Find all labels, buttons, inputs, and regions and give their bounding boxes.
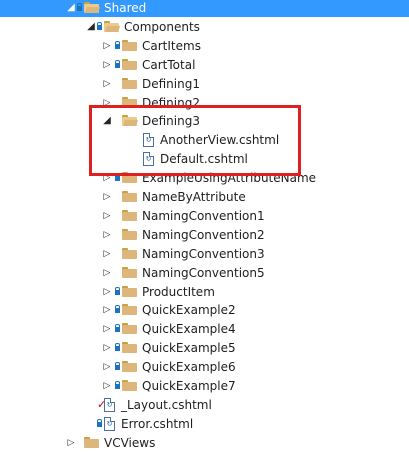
collapsed-arrow-icon[interactable]: ▷	[102, 283, 112, 301]
lock-icon	[115, 343, 120, 352]
folder-icon	[84, 436, 99, 448]
folder-icon	[122, 380, 137, 391]
tree-item-defining1[interactable]: ▷ Defining1	[0, 75, 409, 93]
folder-icon	[122, 285, 137, 297]
lock-icon	[115, 286, 120, 295]
tree-item-label: Error.cshtml	[121, 416, 194, 431]
tree-item-label: QuickExample4	[142, 322, 236, 337]
tree-item-label: CartTotal	[142, 57, 196, 72]
lock-icon	[115, 324, 120, 333]
tree-item-namingconvention2[interactable]: ▷ NamingConvention2	[0, 226, 409, 244]
tree-item-carttotal[interactable]: ▷ CartTotal	[0, 56, 409, 74]
tree-item-label: Defining1	[142, 76, 200, 91]
collapsed-arrow-icon[interactable]: ▷	[102, 245, 112, 263]
folder-icon	[122, 39, 137, 51]
tree-item-label: QuickExample7	[142, 379, 236, 393]
folder-icon	[122, 77, 137, 89]
tree-item-label: QuickExample2	[142, 303, 236, 318]
tree-item-vcviews[interactable]: ▷ VCViews	[0, 434, 409, 452]
cshtml-file-icon: ↻	[104, 397, 115, 412]
tree-item-label: VCViews	[104, 435, 156, 450]
tree-item-quickexample7[interactable]: ▷ QuickExample7	[0, 377, 409, 395]
tree-item-label: QuickExample6	[142, 360, 236, 375]
collapsed-arrow-icon[interactable]: ▷	[102, 75, 112, 93]
lock-icon	[77, 3, 82, 11]
collapsed-arrow-icon[interactable]: ▷	[102, 37, 112, 55]
folder-icon	[122, 361, 137, 373]
lock-icon	[115, 59, 120, 68]
lock-icon	[115, 381, 120, 389]
tree-item-layout-cshtml[interactable]: ✓ ↻ _Layout.cshtml	[0, 396, 409, 414]
tree-item-label: NamingConvention3	[142, 246, 265, 261]
lock-icon	[115, 40, 120, 49]
tree-item-namingconvention3[interactable]: ▷ NamingConvention3	[0, 245, 409, 263]
tree-item-label: QuickExample5	[142, 341, 236, 356]
expanded-arrow-icon[interactable]: ◢	[66, 0, 76, 17]
lock-icon	[97, 418, 102, 427]
collapsed-arrow-icon[interactable]: ▷	[102, 264, 112, 282]
tree-item-namingconvention5[interactable]: ▷ NamingConvention5	[0, 264, 409, 282]
collapsed-arrow-icon[interactable]: ▷	[102, 207, 112, 225]
tree-item-label: NamingConvention1	[142, 208, 265, 223]
collapsed-arrow-icon[interactable]: ▷	[102, 358, 112, 376]
tree-item-label: Components	[124, 19, 200, 34]
folder-icon	[122, 304, 137, 316]
tree-item-label: NamingConvention5	[142, 265, 265, 280]
tree-item-quickexample6[interactable]: ▷ QuickExample6	[0, 358, 409, 376]
tree-item-quickexample4[interactable]: ▷ QuickExample4	[0, 320, 409, 338]
collapsed-arrow-icon[interactable]: ▷	[102, 377, 112, 395]
cshtml-file-icon: ↻	[104, 416, 115, 431]
tree-item-components[interactable]: ◢ Components	[0, 18, 409, 36]
folder-icon	[122, 342, 137, 354]
folder-icon	[122, 191, 137, 202]
tree-item-label: CartItems	[142, 38, 201, 53]
folder-icon	[122, 323, 137, 335]
tree-item-cartitems[interactable]: ▷ CartItems	[0, 37, 409, 55]
tree-item-namingconvention1[interactable]: ▷ NamingConvention1	[0, 207, 409, 225]
open-folder-icon	[84, 2, 101, 13]
folder-icon	[122, 228, 137, 240]
tree-item-label: Shared	[104, 1, 147, 15]
open-folder-icon	[104, 20, 121, 32]
tree-item-label: NameByAttribute	[142, 190, 246, 204]
tree-item-productitem[interactable]: ▷ ProductItem	[0, 283, 409, 301]
expanded-arrow-icon[interactable]: ◢	[86, 18, 96, 36]
collapsed-arrow-icon[interactable]: ▷	[102, 301, 112, 319]
highlight-box	[89, 105, 301, 176]
tree-item-label: _Layout.cshtml	[121, 397, 212, 412]
collapsed-arrow-icon[interactable]: ▷	[102, 56, 112, 74]
lock-icon	[115, 362, 120, 371]
folder-icon	[122, 209, 137, 221]
tree-item-quickexample2[interactable]: ▷ QuickExample2	[0, 301, 409, 319]
folder-icon	[122, 58, 137, 70]
collapsed-arrow-icon[interactable]: ▷	[102, 226, 112, 244]
lock-icon	[97, 21, 102, 30]
folder-icon	[122, 266, 137, 278]
collapsed-arrow-icon[interactable]: ▷	[102, 188, 112, 206]
tree-item-shared[interactable]: ◢ Shared	[0, 0, 409, 17]
tree-item-label: ProductItem	[142, 284, 215, 299]
folder-icon	[122, 247, 137, 259]
tree-item-label: NamingConvention2	[142, 227, 265, 242]
tree-item-error-cshtml[interactable]: ↻ Error.cshtml	[0, 415, 409, 433]
tree-item-quickexample5[interactable]: ▷ QuickExample5	[0, 339, 409, 357]
collapsed-arrow-icon[interactable]: ▷	[102, 320, 112, 338]
collapsed-arrow-icon[interactable]: ▷	[102, 339, 112, 357]
collapsed-arrow-icon[interactable]: ▷	[66, 434, 76, 452]
tree-item-namebyattribute[interactable]: ▷ NameByAttribute	[0, 188, 409, 206]
lock-icon	[115, 305, 120, 314]
